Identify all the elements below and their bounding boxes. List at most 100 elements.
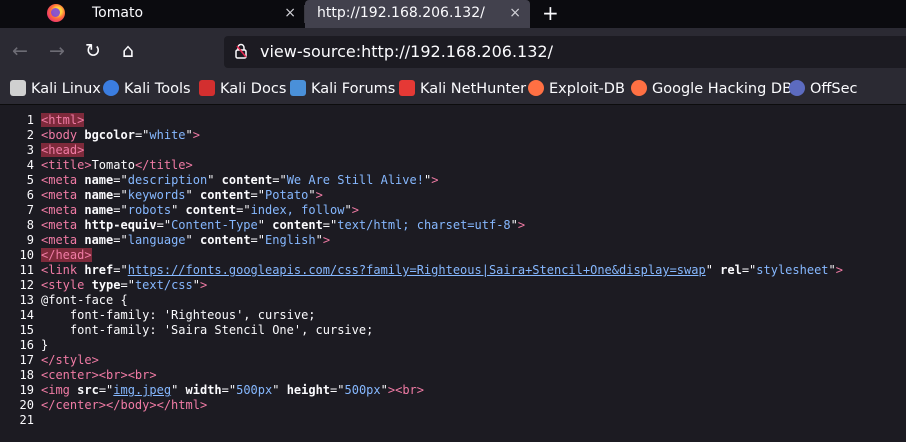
source-line: 8 <meta http-equiv="Content-Type" content… bbox=[0, 218, 525, 233]
line-number: 9 bbox=[26, 233, 34, 247]
line-code: </head> bbox=[41, 248, 92, 262]
close-tab-icon[interactable]: × bbox=[509, 0, 521, 26]
source-line: 3 <head> bbox=[0, 143, 85, 158]
offsec-icon bbox=[789, 80, 805, 96]
line-number: 20 bbox=[19, 398, 34, 412]
bookmark-kali-nethunter[interactable]: Kali NetHunter bbox=[399, 74, 526, 104]
forward-button[interactable]: → bbox=[46, 39, 68, 63]
line-code: <meta name="robots" content="index, foll… bbox=[41, 203, 359, 217]
tab-active[interactable]: http://192.168.206.132/ × bbox=[305, 0, 530, 28]
line-number: 12 bbox=[19, 278, 34, 292]
close-tab-icon[interactable]: × bbox=[284, 0, 296, 26]
line-number: 6 bbox=[26, 188, 34, 202]
reload-button[interactable]: ↻ bbox=[82, 39, 104, 63]
source-line: 6 <meta name="keywords" content="Potato"> bbox=[0, 188, 323, 203]
line-code: <body bgcolor="white"> bbox=[41, 128, 200, 142]
line-number: 15 bbox=[19, 323, 34, 337]
url-text[interactable]: view-source:http://192.168.206.132/ bbox=[260, 36, 553, 68]
line-code: <link href="https://fonts.googleapis.com… bbox=[41, 263, 843, 277]
navigation-bar: ← → ↻ ⌂ view-source:http://192.168.206.1… bbox=[0, 28, 906, 74]
source-line: 5 <meta name="description" content="We Ar… bbox=[0, 173, 439, 188]
bookmark-google-hacking-db[interactable]: Google Hacking DB bbox=[631, 74, 792, 104]
line-code: <img src="img.jpeg" width="500px" height… bbox=[41, 383, 424, 397]
source-line: 16} bbox=[0, 338, 49, 353]
bookmark-exploit-db[interactable]: Exploit-DB bbox=[528, 74, 625, 104]
kali-dragon-icon bbox=[10, 80, 26, 96]
line-code: <title>Tomato</title> bbox=[41, 158, 193, 172]
line-code: <style type="text/css"> bbox=[41, 278, 208, 292]
line-code: <center><br><br> bbox=[41, 368, 157, 382]
line-number: 10 bbox=[19, 248, 34, 262]
view-source-content: 1 <html> 2 <body bgcolor="white"> 3 <head> 4 <t… bbox=[0, 105, 906, 442]
line-number: 7 bbox=[26, 203, 34, 217]
bookmark-label: Kali Forums bbox=[311, 81, 396, 97]
ghdb-icon bbox=[631, 80, 647, 96]
bookmarks-bar: Kali Linux Kali Tools Kali Docs Kali For… bbox=[0, 74, 906, 105]
source-line: 14 font-family: 'Righteous', cursive; bbox=[0, 308, 316, 323]
bookmark-kali-tools[interactable]: Kali Tools bbox=[103, 74, 191, 104]
lock-icon[interactable] bbox=[234, 43, 248, 59]
line-number: 19 bbox=[19, 383, 34, 397]
source-line: 17 </style> bbox=[0, 353, 99, 368]
bookmark-kali-linux[interactable]: Kali Linux bbox=[10, 74, 101, 104]
bookmark-label: OffSec bbox=[810, 81, 858, 97]
line-code: @font-face { bbox=[41, 293, 128, 307]
source-line: 7 <meta name="robots" content="index, fol… bbox=[0, 203, 359, 218]
tab-label: http://192.168.206.132/ bbox=[317, 5, 485, 21]
line-number: 16 bbox=[19, 338, 34, 352]
source-line: 20 </center></body></html> bbox=[0, 398, 208, 413]
source-line: 18 <center><br><br> bbox=[0, 368, 157, 383]
line-code: <meta name="keywords" content="Potato"> bbox=[41, 188, 323, 202]
line-code: <meta name="description" content="We Are… bbox=[41, 173, 439, 187]
kali-docs-icon bbox=[199, 80, 215, 96]
source-line: 13 @font-face { bbox=[0, 293, 128, 308]
line-number: 13 bbox=[19, 293, 34, 307]
line-number: 18 bbox=[19, 368, 34, 382]
source-line: 10 </head> bbox=[0, 248, 92, 263]
line-number: 3 bbox=[26, 143, 34, 157]
line-code: } bbox=[41, 338, 49, 352]
bookmark-label: Kali Tools bbox=[124, 81, 191, 97]
line-code: font-family: 'Righteous', cursive; bbox=[41, 308, 316, 322]
bookmark-label: Kali Linux bbox=[31, 81, 101, 97]
back-button[interactable]: ← bbox=[9, 39, 31, 63]
line-code: </center></body></html> bbox=[41, 398, 208, 412]
line-code: <html> bbox=[41, 113, 85, 127]
line-number: 2 bbox=[26, 128, 34, 142]
line-number: 11 bbox=[19, 263, 34, 277]
source-line: 11 <link href="https://fonts.googleapis.c… bbox=[0, 263, 843, 278]
bookmark-kali-docs[interactable]: Kali Docs bbox=[199, 74, 286, 104]
line-number: 21 bbox=[19, 413, 34, 427]
line-number: 4 bbox=[26, 158, 34, 172]
line-code: <meta http-equiv="Content-Type" content=… bbox=[41, 218, 526, 232]
kali-forums-icon bbox=[290, 80, 306, 96]
tab-label: Tomato bbox=[92, 5, 144, 21]
bookmark-offsec[interactable]: OffSec bbox=[789, 74, 858, 104]
bookmark-label: Google Hacking DB bbox=[652, 81, 793, 97]
source-line: 9 <meta name="language" content="English"… bbox=[0, 233, 330, 248]
line-number: 8 bbox=[26, 218, 34, 232]
kali-tools-icon bbox=[103, 80, 119, 96]
source-line: 19 <img src="img.jpeg" width="500px" heig… bbox=[0, 383, 424, 398]
bookmark-label: Kali NetHunter bbox=[420, 81, 527, 97]
line-number: 1 bbox=[26, 113, 34, 127]
new-tab-button[interactable]: + bbox=[542, 0, 559, 26]
home-button[interactable]: ⌂ bbox=[117, 39, 139, 63]
line-code: font-family: 'Saira Stencil One', cursiv… bbox=[41, 323, 374, 337]
source-line: 1 <html> bbox=[0, 113, 85, 128]
firefox-logo-icon[interactable] bbox=[47, 4, 65, 22]
bookmark-kali-forums[interactable]: Kali Forums bbox=[290, 74, 395, 104]
source-line: 4 <title>Tomato</title> bbox=[0, 158, 193, 173]
bookmark-label: Kali Docs bbox=[220, 81, 287, 97]
line-code: <head> bbox=[41, 143, 85, 157]
line-number: 17 bbox=[19, 353, 34, 367]
source-line: 15 font-family: 'Saira Stencil One', cur… bbox=[0, 323, 374, 338]
source-line: 2 <body bgcolor="white"> bbox=[0, 128, 200, 143]
source-line: 12 <style type="text/css"> bbox=[0, 278, 208, 293]
tab-tomato[interactable]: Tomato × bbox=[80, 0, 305, 28]
bookmark-label: Exploit-DB bbox=[549, 81, 625, 97]
tab-strip: Tomato × http://192.168.206.132/ × + bbox=[0, 0, 906, 28]
url-bar[interactable]: view-source:http://192.168.206.132/ bbox=[224, 36, 906, 68]
exploit-db-icon bbox=[528, 80, 544, 96]
line-code: </style> bbox=[41, 353, 99, 367]
